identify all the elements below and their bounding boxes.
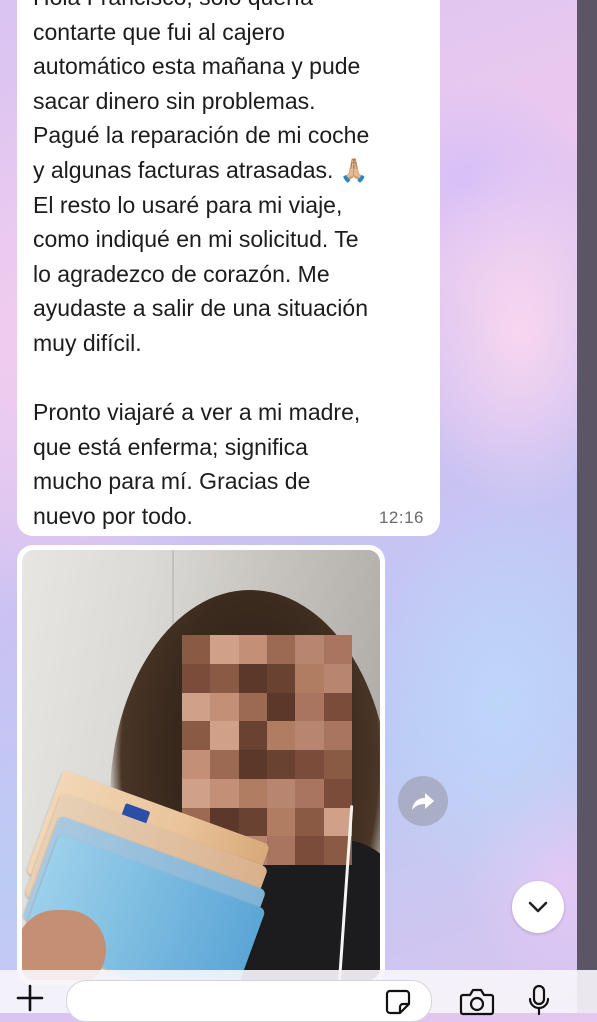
face-pixel [238, 635, 267, 664]
face-pixel [182, 692, 211, 722]
window-edge [577, 0, 597, 1013]
face-pixel [267, 635, 296, 664]
face-pixel [210, 750, 239, 779]
face-pixel [295, 692, 324, 722]
face-pixel [182, 635, 211, 664]
message-input[interactable] [66, 980, 432, 1022]
face-pixel [295, 836, 324, 865]
face-pixel [323, 635, 352, 664]
face-pixel [323, 663, 352, 693]
face-pixel [238, 778, 267, 808]
sticker-icon[interactable] [384, 988, 412, 1016]
face-pixel [210, 635, 239, 664]
face-pixel [182, 750, 211, 779]
face-pixel [323, 750, 352, 779]
face-pixel [238, 692, 267, 722]
microphone-icon[interactable] [527, 984, 551, 1016]
face-pixel [295, 721, 324, 750]
face-pixel [323, 721, 352, 750]
chevron-down-icon [528, 901, 548, 913]
face-pixel [267, 721, 296, 750]
face-pixel [267, 750, 296, 779]
face-pixel [210, 778, 239, 808]
face-pixel [182, 778, 211, 808]
message-bubble[interactable]: Hola Francisco, solo quería contarte que… [17, 0, 440, 536]
face-pixel [238, 807, 267, 837]
face-pixel [295, 663, 324, 693]
face-pixel [210, 692, 239, 722]
face-pixel [295, 635, 324, 664]
face-pixel [295, 807, 324, 837]
face-pixel [210, 721, 239, 750]
face-pixel [267, 807, 296, 837]
face-pixel [238, 750, 267, 779]
photo-message[interactable]: 20 20 [17, 545, 385, 985]
face-pixel [182, 721, 211, 750]
face-pixel [238, 663, 267, 693]
face-pixel [295, 750, 324, 779]
face-pixel [295, 778, 324, 808]
message-text: Hola Francisco, solo quería contarte que… [33, 0, 370, 529]
forward-arrow-icon [412, 793, 434, 810]
message-timestamp: 12:16 [378, 508, 424, 527]
face-pixel [267, 663, 296, 693]
face-pixel [267, 778, 296, 808]
face-pixel [238, 721, 267, 750]
face-pixel [182, 663, 211, 693]
face-pixel [267, 692, 296, 722]
scroll-to-bottom-button[interactable] [512, 881, 564, 933]
face-pixel [323, 778, 352, 808]
photo-image[interactable]: 20 20 [22, 550, 380, 980]
forward-button[interactable] [398, 776, 448, 826]
face-pixel [323, 692, 352, 722]
message-input-bar [0, 970, 597, 1022]
plus-icon[interactable] [14, 982, 46, 1014]
camera-icon[interactable] [459, 986, 495, 1016]
face-pixel [210, 663, 239, 693]
